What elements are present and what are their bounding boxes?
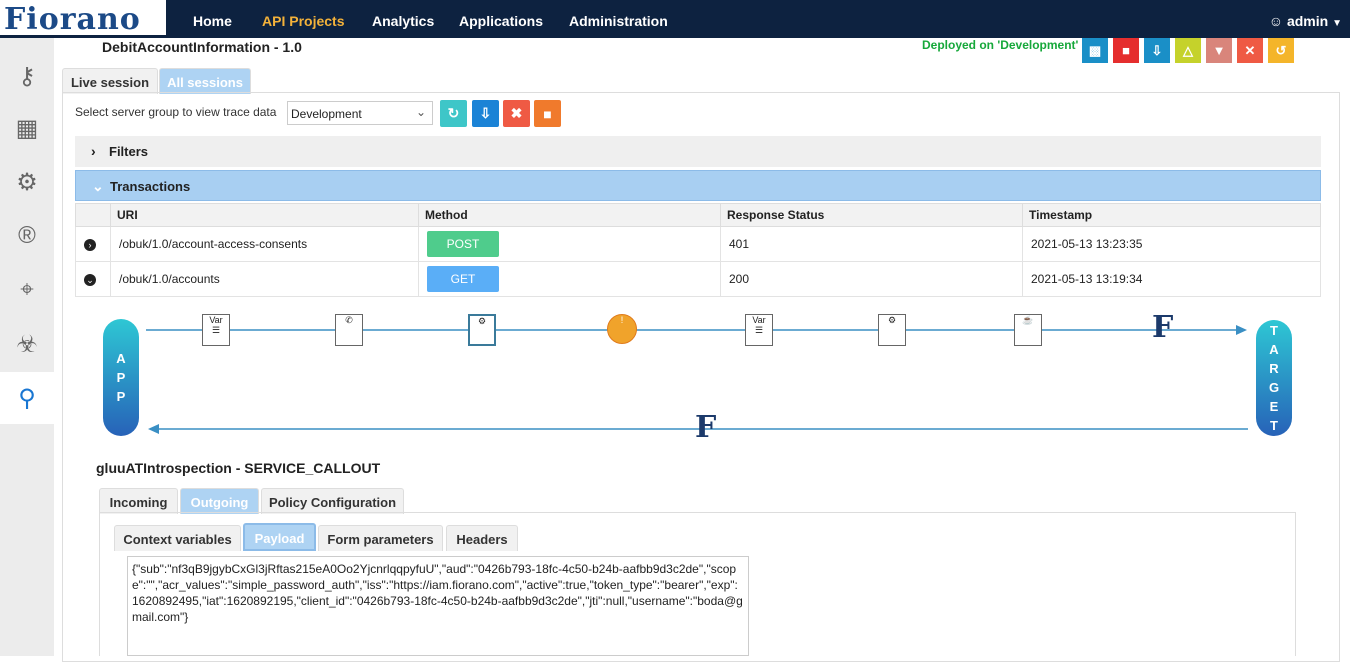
column-uri: URI — [110, 203, 419, 227]
service-title: gluuATIntrospection - SERVICE_CALLOUT — [96, 460, 381, 476]
user-menu[interactable]: ☺ admin ▼ — [1269, 0, 1342, 38]
nav-api-projects[interactable]: API Projects — [262, 0, 344, 38]
policy-gear-icon[interactable]: ⚙ — [878, 314, 906, 346]
hierarchy-button[interactable]: ▼ — [1206, 38, 1232, 63]
payload-text[interactable]: {"sub":"nf3qB9jgybCxGl3jRftas215eA0Oo2Yj… — [127, 556, 749, 656]
caret-down-icon: ▼ — [1332, 18, 1342, 29]
delete-button[interactable]: ■ — [1113, 38, 1139, 63]
gear-icon[interactable]: ⚙ — [0, 156, 54, 208]
deployment-status: Deployed on 'Development' — [922, 38, 1079, 52]
alert-hands-icon[interactable]: ! — [607, 314, 637, 344]
tab-outgoing[interactable]: Outgoing — [180, 488, 259, 514]
target-endpoint: TARGET — [1256, 320, 1292, 436]
delete-trace-button[interactable]: ■ — [534, 100, 561, 127]
fiorano-f-icon[interactable]: F — [1152, 310, 1173, 345]
tab-headers[interactable]: Headers — [446, 525, 518, 551]
page-title: DebitAccountInformation - 1.0 — [102, 39, 302, 55]
key-icon[interactable]: ⚷ — [0, 50, 54, 102]
column-expand — [75, 203, 111, 227]
method-badge: GET — [427, 266, 499, 292]
server-group-select[interactable]: Development ⌄ — [287, 101, 433, 125]
sitemap-button[interactable]: △ — [1175, 38, 1201, 63]
tab-form-parameters[interactable]: Form parameters — [318, 525, 443, 551]
transactions-accordion[interactable]: ⌄ Transactions — [75, 170, 1321, 201]
expand-row-icon[interactable]: › — [84, 239, 96, 251]
tab-context-variables[interactable]: Context variables — [114, 525, 241, 551]
close-button[interactable]: ✕ — [1237, 38, 1263, 63]
user-circle-icon: ☺ — [1268, 13, 1284, 29]
registered-icon[interactable]: ® — [0, 210, 54, 262]
policy-gear-icon[interactable]: ⚙ — [468, 314, 496, 346]
app-endpoint: APP — [103, 319, 139, 436]
collapse-row-icon[interactable]: ⌄ — [84, 274, 96, 286]
fiorano-f-icon[interactable]: F — [695, 410, 716, 445]
row-status: 200 — [720, 261, 1023, 297]
server-group-label: Select server group to view trace data — [75, 105, 277, 119]
row-uri: /obuk/1.0/accounts — [110, 261, 419, 297]
variable-doc-icon[interactable]: Var ☰ — [202, 314, 230, 346]
java-doc-icon[interactable]: ☕ — [1014, 314, 1042, 346]
tab-live-session[interactable]: Live session — [62, 68, 158, 94]
row-timestamp: 2021-05-13 13:19:34 — [1022, 261, 1321, 297]
download-button[interactable]: ⇩ — [1144, 38, 1170, 63]
save-button[interactable]: ▩ — [1082, 38, 1108, 63]
column-timestamp: Timestamp — [1022, 203, 1321, 227]
flow-icon[interactable]: ▦ — [0, 102, 54, 154]
column-method: Method — [418, 203, 721, 227]
table-row[interactable]: › /obuk/1.0/account-access-consents POST… — [75, 226, 1321, 262]
tab-policy-configuration[interactable]: Policy Configuration — [261, 488, 404, 514]
column-response-status: Response Status — [720, 203, 1023, 227]
variable-doc-icon[interactable]: Var ☰ — [745, 314, 773, 346]
nav-analytics[interactable]: Analytics — [372, 0, 434, 38]
nav-home[interactable]: Home — [193, 0, 232, 38]
download-trace-button[interactable]: ⇩ — [472, 100, 499, 127]
clear-button[interactable]: ✖ — [503, 100, 530, 127]
method-badge: POST — [427, 231, 499, 257]
fiorano-logo[interactable]: Fiorano — [0, 0, 166, 38]
row-timestamp: 2021-05-13 13:23:35 — [1022, 226, 1321, 262]
tab-payload[interactable]: Payload — [243, 523, 316, 551]
chevron-down-icon: ⌄ — [92, 178, 104, 194]
chevron-down-icon: ⌄ — [415, 105, 426, 119]
tab-incoming[interactable]: Incoming — [99, 488, 178, 514]
transactions-table: URI Method Response Status Timestamp › /… — [75, 203, 1321, 297]
table-row[interactable]: ⌄ /obuk/1.0/accounts GET 200 2021-05-13 … — [75, 261, 1321, 297]
tab-all-sessions[interactable]: All sessions — [159, 68, 251, 94]
filters-accordion[interactable]: › Filters — [75, 136, 1321, 167]
refresh-button[interactable]: ↻ — [440, 100, 467, 127]
nav-applications[interactable]: Applications — [459, 0, 543, 38]
user-name: admin — [1286, 13, 1329, 29]
chevron-right-icon: › — [91, 143, 96, 159]
row-uri: /obuk/1.0/account-access-consents — [110, 226, 419, 262]
undo-button[interactable]: ↺ — [1268, 38, 1294, 63]
row-status: 401 — [720, 226, 1023, 262]
service-callout-icon[interactable]: ✆ — [335, 314, 363, 346]
nav-administration[interactable]: Administration — [569, 0, 668, 38]
